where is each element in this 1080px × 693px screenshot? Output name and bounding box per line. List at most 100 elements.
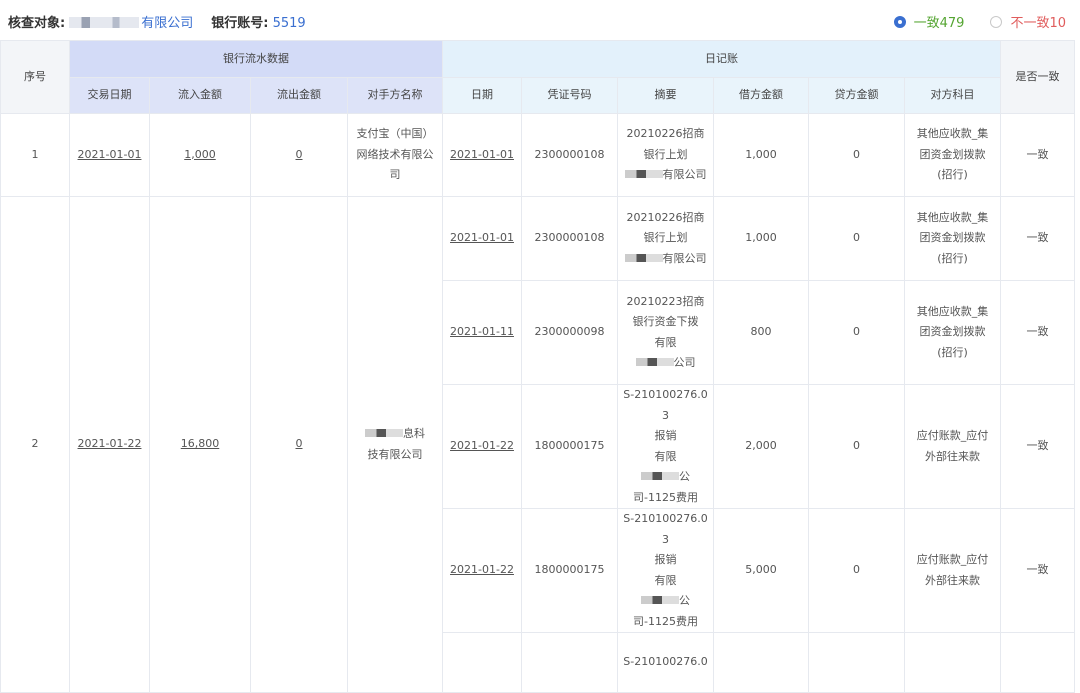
diary-summary: S-210100276.0 3 报销 有限 公司-1125费用 (617, 508, 714, 633)
diary-summary: S-210100276.0 3 报销 有限 公司-1125费用 (617, 384, 714, 509)
diary-account: 应付账款_应付 外部往来款 (904, 384, 1001, 509)
diary-date-link[interactable]: 2021-01-22 (450, 563, 514, 576)
bank-counterparty: 支付宝（中国） 网络技术有限公司 (347, 113, 443, 197)
diary-voucher: 1800000175 (521, 508, 618, 633)
diary-debit: 1,000 (713, 196, 809, 281)
row-seq: 2 (0, 196, 70, 693)
diary-summary: S-210100276.0 (617, 632, 714, 693)
bank-inflow[interactable]: 1,000 (149, 113, 251, 197)
col-header-diary-0: 日期 (442, 77, 522, 114)
bank-date-link[interactable]: 2021-01-22 (78, 437, 142, 450)
diary-credit: 0 (808, 508, 905, 633)
diary-credit: 0 (808, 280, 905, 385)
diary-credit: 0 (808, 113, 905, 197)
account-label: 银行账号: (211, 16, 269, 31)
match-status: 一致 (1000, 384, 1075, 509)
bank-outflow-link[interactable]: 0 (296, 437, 303, 450)
col-header-diary-1: 凭证号码 (521, 77, 618, 114)
diary-date[interactable]: 2021-01-01 (442, 113, 522, 197)
bank-date[interactable]: 2021-01-22 (69, 196, 150, 693)
col-header-bank-0: 交易日期 (69, 77, 150, 114)
match-status: 一致 (1000, 280, 1075, 385)
filter-inconsistent-option[interactable]: 不一致10 (990, 12, 1066, 31)
match-status: 一致 (1000, 196, 1075, 281)
diary-debit: 2,000 (713, 384, 809, 509)
diary-account: 其他应收款_集 团资金划拨款 (招行) (904, 280, 1001, 385)
diary-voucher: 2300000108 (521, 113, 618, 197)
diary-date-link[interactable]: 2021-01-01 (450, 148, 514, 161)
col-header-match: 是否一致 (1000, 40, 1075, 114)
diary-account: 其他应收款_集 团资金划拨款 (招行) (904, 196, 1001, 281)
diary-date (442, 632, 522, 693)
match-status: 一致 (1000, 113, 1075, 197)
redacted-mark (624, 170, 663, 179)
diary-debit (713, 632, 809, 693)
bank-date-link[interactable]: 2021-01-01 (78, 148, 142, 161)
bank-outflow-link[interactable]: 0 (296, 148, 303, 161)
diary-debit: 800 (713, 280, 809, 385)
redacted-mark (365, 429, 403, 437)
group-header-bank: 银行流水数据 (69, 40, 443, 78)
radio-unselected-icon[interactable] (990, 15, 1003, 28)
row-seq: 1 (0, 113, 70, 197)
col-header-diary-5: 对方科目 (904, 77, 1001, 114)
diary-credit: 0 (808, 384, 905, 509)
diary-date[interactable]: 2021-01-01 (442, 196, 522, 281)
diary-voucher: 2300000108 (521, 196, 618, 281)
table-row: 2 2021-01-22 16,800 0 息科 技有限公司 2021-01-01 23000… (0, 196, 1075, 693)
diary-date[interactable]: 2021-01-22 (442, 384, 522, 509)
bank-inflow-link[interactable]: 16,800 (181, 437, 220, 450)
filter-consistent-label[interactable]: 一致479 (914, 12, 965, 31)
diary-date[interactable]: 2021-01-22 (442, 508, 522, 633)
header-bar: 核查对象: 有限公司 银行账号: 5519 一致479 不一致10 (0, 0, 1080, 40)
diary-debit: 5,000 (713, 508, 809, 633)
col-header-bank-1: 流入金额 (149, 77, 251, 114)
diary-summary: 20210226招商 银行上划 有限公司 (617, 196, 714, 281)
match-status (1000, 632, 1075, 693)
diary-voucher: 2300000098 (521, 280, 618, 385)
redacted-mark (69, 17, 140, 28)
table-row: 1 2021-01-01 1,000 0 支付宝（中国） 网络技术有限公司 2021-01-… (0, 113, 1075, 197)
bank-outflow[interactable]: 0 (250, 196, 348, 693)
redacted-mark (635, 358, 674, 366)
diary-account (904, 632, 1001, 693)
bank-counterparty: 息科 技有限公司 (347, 196, 443, 693)
account-value: 5519 (272, 16, 306, 31)
redacted-mark (641, 472, 679, 480)
target-value[interactable]: 有限公司 (141, 16, 193, 31)
diary-account: 应付账款_应付 外部往来款 (904, 508, 1001, 633)
filter-consistent-option[interactable]: 一致479 (893, 12, 965, 31)
col-header-diary-3: 借方金额 (713, 77, 809, 114)
filter-inconsistent-label[interactable]: 不一致10 (1010, 12, 1066, 31)
diary-voucher (521, 632, 618, 693)
diary-credit (808, 632, 905, 693)
radio-selected-icon[interactable] (893, 15, 906, 28)
diary-date[interactable]: 2021-01-11 (442, 280, 522, 385)
col-header-bank-3: 对手方名称 (347, 77, 443, 114)
diary-account: 其他应收款_集 团资金划拨款 (招行) (904, 113, 1001, 197)
redacted-mark (624, 253, 663, 262)
reconciliation-table: 序号 银行流水数据 日记账 是否一致 交易日期 流入金额 流出金额 对手方名称 日期 凭证… (0, 40, 1075, 693)
col-header-bank-2: 流出金额 (250, 77, 348, 114)
bank-date[interactable]: 2021-01-01 (69, 113, 150, 197)
group-header-diary: 日记账 (442, 40, 1001, 78)
diary-voucher: 1800000175 (521, 384, 618, 509)
bank-outflow[interactable]: 0 (250, 113, 348, 197)
target-label: 核查对象: (8, 16, 66, 31)
redacted-mark (641, 596, 679, 604)
diary-summary: 20210223招商 银行资金下拨 有限 公司 (617, 280, 714, 385)
diary-date-link[interactable]: 2021-01-22 (450, 439, 514, 452)
col-header-diary-2: 摘要 (617, 77, 714, 114)
diary-summary: 20210226招商 银行上划 有限公司 (617, 113, 714, 197)
col-header-diary-4: 贷方金额 (808, 77, 905, 114)
diary-date-link[interactable]: 2021-01-01 (450, 231, 514, 244)
bank-inflow[interactable]: 16,800 (149, 196, 251, 693)
match-status: 一致 (1000, 508, 1075, 633)
diary-credit: 0 (808, 196, 905, 281)
match-filter: 一致479 不一致10 (893, 12, 1066, 31)
bank-inflow-link[interactable]: 1,000 (184, 148, 216, 161)
verification-info: 核查对象: 有限公司 银行账号: 5519 (8, 12, 306, 31)
diary-date-link[interactable]: 2021-01-11 (450, 325, 514, 338)
diary-debit: 1,000 (713, 113, 809, 197)
col-header-seq: 序号 (0, 40, 70, 114)
